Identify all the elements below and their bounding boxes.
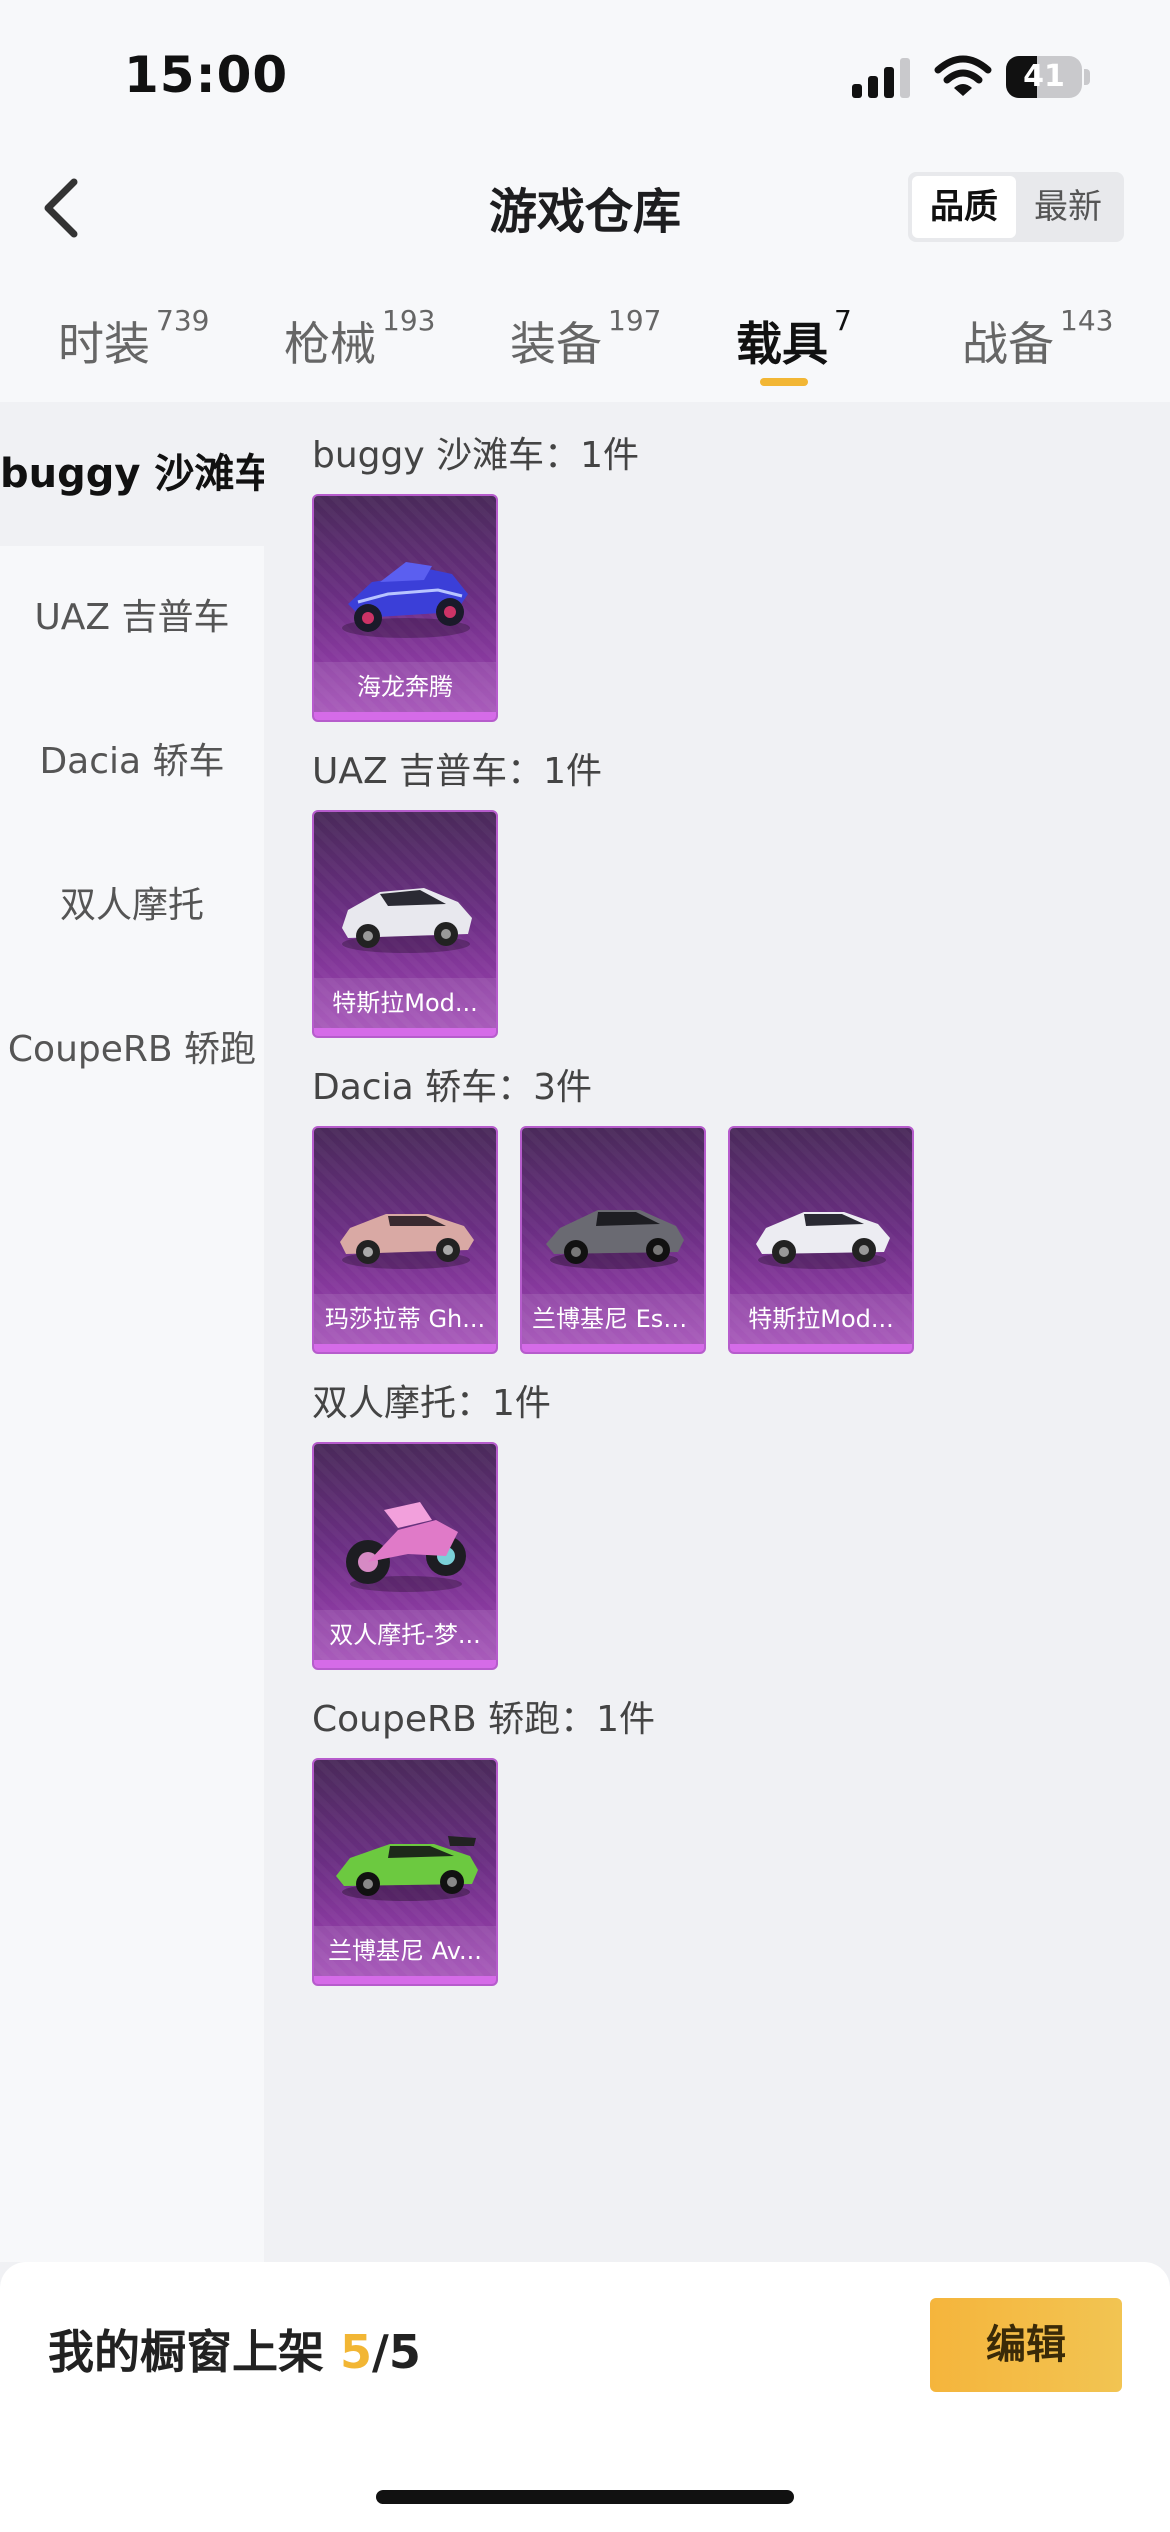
sidebar-item-motorbike[interactable]: 双人摩托 [0,834,264,978]
sidebar-item-couperb[interactable]: CoupeRB 轿跑 [0,978,264,1122]
sidebar-item-label: UAZ 吉普车 [34,597,230,638]
status-bar: 15:00 41 [0,0,1170,150]
item-name: 兰博基尼 Est... [522,1294,704,1344]
showcase-label: 我的橱窗上架 [48,2325,324,2379]
sidebar-item-label: Dacia 轿车 [39,741,225,782]
tab-supplies[interactable]: 战备 143 [962,304,1113,371]
tesla-x-white-icon [342,888,472,953]
status-time: 15:00 [124,46,289,104]
battery-level: 41 [1023,59,1065,94]
item-card[interactable]: 海龙奔腾 [312,494,498,722]
section-title-uaz: UAZ 吉普车：1件 [312,751,602,792]
vehicle-list: buggy 沙滩车：1件 海龙奔腾 UAZ 吉普车：1件 特斯拉Mod... D… [264,402,1170,2262]
item-card[interactable]: 兰博基尼 Av... [312,1758,498,1986]
home-indicator[interactable] [376,2490,794,2504]
item-name: 特斯拉Mod... [730,1294,912,1344]
maserati-pink-icon [340,1214,474,1269]
item-name: 特斯拉Mod... [314,978,496,1028]
item-name: 玛莎拉蒂 Gh... [314,1294,496,1344]
sort-newest-option[interactable]: 最新 [1016,176,1120,238]
sort-toggle: 品质 最新 [908,172,1124,242]
tesla-3-white-icon [756,1212,890,1269]
showcase-total: /5 [372,2325,421,2379]
sidebar-item-dacia[interactable]: Dacia 轿车 [0,690,264,834]
tab-equipment[interactable]: 装备 197 [510,304,661,371]
item-name: 兰博基尼 Av... [314,1926,496,1976]
sidebar-item-label: 双人摩托 [59,885,204,926]
lamborghini-grey-icon [546,1210,684,1269]
sort-quality-option[interactable]: 品质 [912,176,1016,238]
signal-icon [852,58,910,98]
sidebar-item-label: buggy 沙滩车 [0,451,275,497]
item-card[interactable]: 兰博基尼 Est... [520,1126,706,1354]
active-tab-indicator [760,378,808,386]
tab-firearms[interactable]: 枪械 193 [284,304,435,371]
section-title-buggy: buggy 沙滩车：1件 [312,435,640,476]
lamborghini-green-icon [336,1836,478,1901]
sidebar: buggy 沙滩车 UAZ 吉普车 Dacia 轿车 双人摩托 CoupeRB … [0,402,275,2262]
item-name: 海龙奔腾 [314,662,496,712]
buggy-blue-icon [342,562,470,638]
tab-vehicles[interactable]: 载具 7 [736,304,852,371]
category-tabs: 时装 739 枪械 193 装备 197 载具 7 战备 143 [0,260,1170,402]
sidebar-item-uaz[interactable]: UAZ 吉普车 [0,546,264,690]
tab-fashion[interactable]: 时装 739 [58,304,209,371]
section-title-couperb: CoupeRB 轿跑：1件 [312,1699,656,1740]
showcase-status: 我的橱窗上架 5/5 [48,2316,421,2382]
section-title-motorbike: 双人摩托：1件 [312,1383,551,1424]
motorbike-pink-icon [346,1502,466,1592]
item-card[interactable]: 双人摩托-梦... [312,1442,498,1670]
header: 游戏仓库 品质 最新 [0,150,1170,260]
edit-button[interactable]: 编辑 [930,2298,1122,2392]
sidebar-item-buggy[interactable]: buggy 沙滩车 [0,402,275,546]
sidebar-item-label: CoupeRB 轿跑 [7,1029,257,1070]
item-card[interactable]: 特斯拉Mod... [312,810,498,1038]
item-name: 双人摩托-梦... [314,1610,496,1660]
wifi-icon [934,55,992,96]
item-card[interactable]: 玛莎拉蒂 Gh... [312,1126,498,1354]
section-title-dacia: Dacia 轿车：3件 [312,1067,592,1108]
showcase-current-count: 5 [340,2325,373,2379]
item-card[interactable]: 特斯拉Mod... [728,1126,914,1354]
battery-indicator: 41 [1006,56,1090,98]
